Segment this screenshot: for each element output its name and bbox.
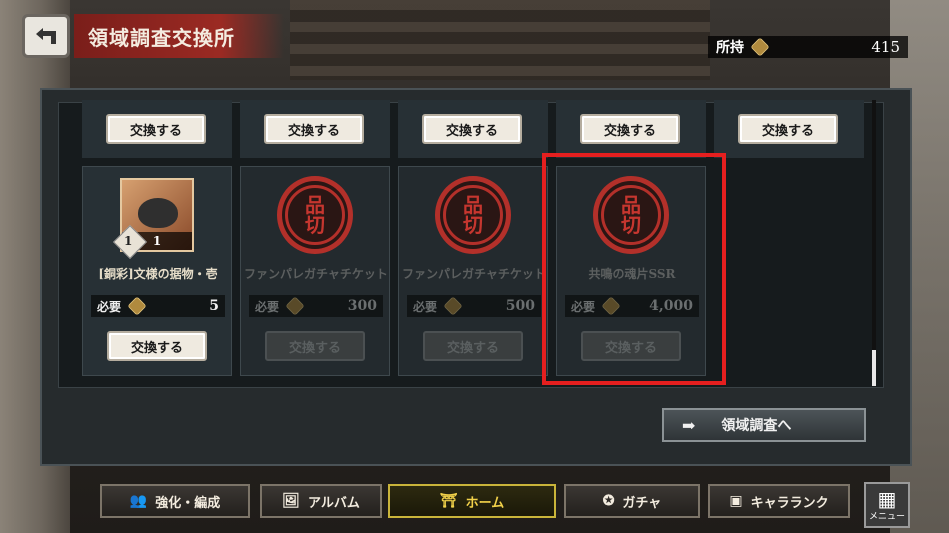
exchange-button[interactable]: 交換する (422, 114, 522, 144)
menu-button[interactable]: ▦ メニュー (864, 482, 910, 528)
owned-currency: 所持 415 (708, 36, 908, 58)
list-item: 交換する (398, 100, 548, 158)
nav-enhance[interactable]: 👥 強化・編成 (100, 484, 250, 518)
selection-highlight (542, 153, 726, 385)
ornament-item-image: 1 1 (113, 178, 194, 259)
list-item: 交換する (556, 100, 706, 158)
back-button[interactable] (22, 14, 70, 58)
required-label: 必要 (413, 299, 438, 314)
nav-label: 強化・編成 (155, 495, 221, 511)
nav-label: キャラランク (750, 495, 829, 511)
required-value: 300 (347, 298, 377, 314)
item-icon: 品切 (435, 176, 511, 254)
arrow-right-icon: ➡ (682, 415, 696, 435)
title-banner: 領域調査交換所 (74, 14, 284, 58)
home-icon: ⛩ (439, 493, 458, 509)
owned-label: 所持 (716, 40, 744, 56)
nav-chara-rank[interactable]: ▣ キャラランク (708, 484, 850, 518)
scrollbar-thumb[interactable] (872, 350, 876, 386)
item-name: ファンパレガチャチケット (402, 267, 546, 281)
nav-gacha[interactable]: ✪ ガチャ (564, 484, 700, 518)
survey-coin-icon (443, 296, 463, 316)
background-beams (290, 0, 710, 80)
required-label: 必要 (97, 299, 122, 314)
required-value: 500 (505, 298, 535, 314)
item-name: [銅彩]文様の据物・壱 (98, 267, 218, 281)
sold-out-seal-icon: 品切 (435, 176, 511, 254)
exchange-button[interactable]: 交換する (106, 114, 206, 144)
survey-coin-icon (285, 296, 305, 316)
exchange-button[interactable]: 交換する (580, 114, 680, 144)
sold-out-seal-icon: 品切 (277, 176, 353, 254)
exchange-button[interactable]: 交換する (423, 331, 523, 361)
page-title: 領域調査交換所 (88, 25, 235, 50)
exchange-button[interactable]: 交換する (107, 331, 207, 361)
list-item: 交換する (82, 100, 232, 158)
item-name: ファンパレガチャチケット (244, 267, 388, 281)
team-icon: 👥 (129, 493, 148, 509)
gacha-icon: ✪ (602, 493, 615, 509)
required-cost: 必要 500 (407, 295, 541, 317)
goto-survey-label: 領域調査へ (721, 418, 792, 434)
owned-value: 415 (871, 38, 900, 56)
bottom-nav: 👥 強化・編成 🖼 アルバム ⛩ ホーム ✪ ガチャ ▣ キャラランク (0, 478, 949, 533)
item-icon: 品切 (277, 176, 353, 254)
nav-label: アルバム (307, 495, 360, 511)
survey-coin-icon (127, 296, 147, 316)
menu-label: メニュー (868, 511, 905, 522)
exchange-button[interactable]: 交換する (265, 331, 365, 361)
exchange-item-card[interactable]: 品切 ファンパレガチャチケット 必要 500 交換する (398, 166, 548, 376)
required-cost: 必要 300 (249, 295, 383, 317)
required-label: 必要 (255, 299, 280, 314)
list-item: 交換する (240, 100, 390, 158)
required-cost: 必要 5 (91, 295, 225, 317)
scrollbar-track[interactable] (872, 100, 876, 386)
exchange-item-card[interactable]: 1 1 [銅彩]文様の据物・壱 必要 5 交換する (82, 166, 232, 376)
list-item: 交換する (714, 100, 864, 158)
album-icon: 🖼 (282, 493, 300, 509)
exchange-button[interactable]: 交換する (264, 114, 364, 144)
item-icon: 1 1 (113, 177, 195, 259)
rarity-number: 1 (124, 234, 133, 248)
goto-survey-button[interactable]: ➡ 領域調査へ (662, 408, 866, 442)
pot-icon (138, 198, 178, 228)
survey-coin-icon (750, 37, 770, 57)
required-value: 5 (209, 298, 219, 314)
nav-album[interactable]: 🖼 アルバム (260, 484, 382, 518)
grid-icon: ▦ (877, 486, 897, 511)
nav-label: ホーム (465, 495, 505, 511)
exchange-button[interactable]: 交換する (738, 114, 838, 144)
nav-home[interactable]: ⛩ ホーム (388, 484, 556, 518)
exchange-item-card[interactable]: 品切 ファンパレガチャチケット 必要 300 交換する (240, 166, 390, 376)
chara-rank-icon: ▣ (729, 493, 743, 509)
nav-label: ガチャ (622, 495, 662, 511)
back-arrow-icon (36, 28, 56, 44)
